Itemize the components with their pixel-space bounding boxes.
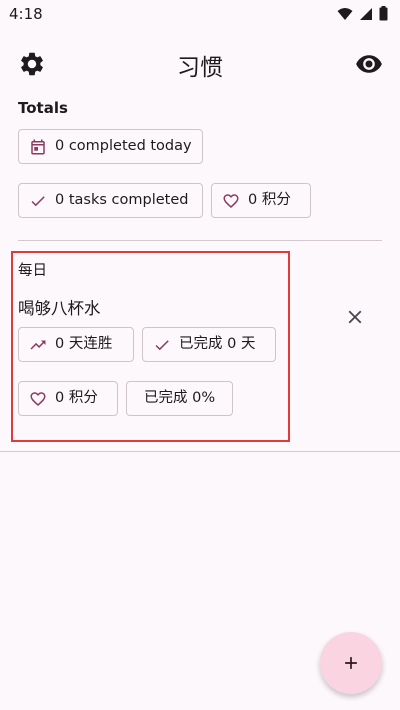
status-icons — [337, 6, 388, 21]
heart-icon — [223, 193, 239, 208]
wifi-icon — [337, 7, 353, 20]
habit-name: 喝够八杯水 — [18, 299, 101, 318]
add-habit-button[interactable] — [320, 632, 382, 694]
totals-label: Totals — [18, 99, 68, 117]
completed-today-chip[interactable]: 0 completed today — [18, 129, 203, 164]
trending-up-icon — [30, 340, 46, 349]
percent-completed-chip[interactable]: 已完成 0% — [126, 381, 233, 416]
habit-points-chip[interactable]: 0 积分 — [18, 381, 118, 416]
total-points-label: 0 积分 — [248, 192, 291, 209]
percent-completed-label: 已完成 0% — [144, 390, 216, 407]
total-points-chip[interactable]: 0 积分 — [211, 183, 311, 218]
section-divider — [18, 240, 382, 241]
streak-label: 0 天连胜 — [55, 336, 113, 353]
plus-icon — [345, 657, 357, 669]
status-time: 4:18 — [9, 5, 43, 23]
completed-today-label: 0 completed today — [55, 138, 192, 155]
heart-icon — [30, 391, 46, 406]
app-bar: 习惯 — [0, 40, 400, 86]
check-icon — [155, 339, 169, 350]
calendar-icon — [31, 139, 45, 154]
card-divider — [0, 451, 400, 452]
battery-icon — [379, 6, 388, 21]
close-icon[interactable] — [344, 306, 366, 328]
tasks-completed-label: 0 tasks completed — [55, 192, 189, 209]
check-icon — [31, 195, 45, 206]
streak-chip[interactable]: 0 天连胜 — [18, 327, 134, 362]
days-completed-chip[interactable]: 已完成 0 天 — [142, 327, 276, 362]
habit-frequency: 每日 — [18, 263, 47, 279]
page-title: 习惯 — [177, 55, 223, 81]
status-bar: 4:18 — [0, 0, 400, 30]
tasks-completed-chip[interactable]: 0 tasks completed — [18, 183, 203, 218]
habits-screen: 4:18 习惯 Totals 0 completed today 0 tasks… — [0, 0, 400, 710]
habit-points-label: 0 积分 — [55, 390, 98, 407]
eye-icon[interactable] — [354, 50, 384, 78]
signal-icon — [360, 7, 372, 20]
days-completed-label: 已完成 0 天 — [179, 336, 256, 353]
